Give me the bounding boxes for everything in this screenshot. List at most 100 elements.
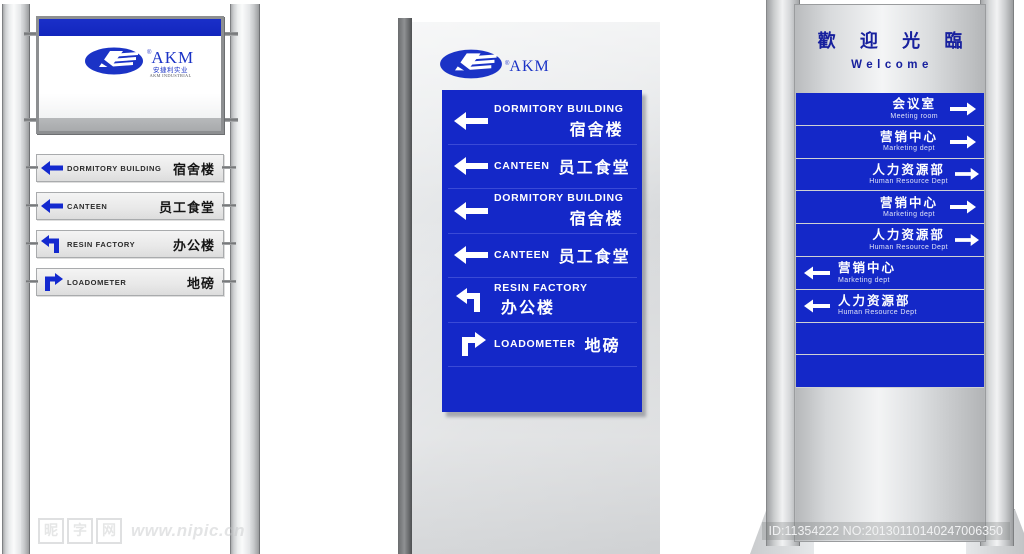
- plate-resin-factory[interactable]: RESIN FACTORY 办公楼: [36, 230, 224, 258]
- arrow-left-icon: [448, 245, 494, 265]
- left-pylon-post-left: [2, 4, 30, 554]
- left-pylon: ® AKM 安捷利实业 AKM INDUSTRIAL DORMITORY BUI…: [0, 0, 272, 554]
- akm-swoosh-icon: [440, 48, 502, 85]
- midrow-resin-factory[interactable]: RESIN FACTORY 办公楼: [448, 277, 637, 322]
- welcome-header: 歡 迎 光 臨 Welcome: [795, 5, 985, 93]
- rrow-marketing-dept-3[interactable]: 营销中心 Marketing dept: [796, 256, 984, 290]
- midrow-label-cn: 员工食堂: [558, 249, 631, 267]
- plate-label-en: CANTEEN: [67, 201, 108, 211]
- plate-label-en: DORMITORY BUILDING: [67, 163, 162, 173]
- image-id-line: ID:11354222 NO:20130110140247006350: [761, 522, 1010, 540]
- midrow-label-cn: 员工食堂: [558, 160, 631, 178]
- billboard-top-band: [39, 19, 221, 36]
- right-pylon-footer-panel: [796, 388, 984, 540]
- rrow-label-cn: 人力资源部: [838, 293, 911, 308]
- header-billboard: ® AKM 安捷利实业 AKM INDUSTRIAL: [36, 16, 224, 134]
- rrow-label-cn: 营销中心: [838, 261, 897, 276]
- plate-label-en: RESIN FACTORY: [67, 239, 136, 249]
- post-highlight: [8, 4, 21, 554]
- midrow-label-cn: 宿舍楼: [569, 211, 624, 229]
- mid-pylon: ® AKM DORMITORY BUILDING 宿舍楼 CANTEEN 员工食…: [398, 0, 678, 554]
- welcome-title-cn: 歡 迎 光 臨: [817, 31, 972, 52]
- akm-swoosh-icon: [85, 46, 143, 81]
- rrow-label-en: Human Resource Dept: [838, 309, 917, 317]
- midrow-label-cn: 办公楼: [501, 299, 556, 317]
- akm-logo: ® AKM: [440, 48, 550, 85]
- midrow-loadometer[interactable]: LOADOMETER 地磅: [448, 321, 637, 366]
- bracket: [222, 204, 236, 207]
- rrow-human-resource-dept-3[interactable]: 人力资源部 Human Resource Dept: [796, 289, 984, 323]
- rrow-blank-2: [796, 355, 984, 389]
- rrow-label-en: Marketing dept: [838, 276, 890, 284]
- bracket: [222, 242, 236, 245]
- midrow-label-cn: 地磅: [584, 338, 621, 356]
- billboard-face: ® AKM 安捷利实业 AKM INDUSTRIAL: [39, 36, 221, 118]
- midrow-label-en: CANTEEN: [494, 160, 550, 173]
- rrow-label-cn: 营销中心: [879, 129, 938, 144]
- arrow-right-icon: [950, 167, 984, 181]
- plate-canteen[interactable]: CANTEEN 员工食堂: [36, 192, 224, 220]
- mid-pylon-sign-board: DORMITORY BUILDING 宿舍楼 CANTEEN 员工食堂 DORM…: [442, 90, 642, 412]
- midrow-dormitory-building-1[interactable]: DORMITORY BUILDING 宿舍楼: [448, 99, 637, 144]
- brand-en-sub: AKM INDUSTRIAL: [149, 73, 192, 79]
- plate-label-cn: 宿舍楼: [172, 161, 215, 177]
- midrow-canteen-2[interactable]: CANTEEN 员工食堂: [448, 232, 637, 277]
- akm-logo: ® AKM 安捷利实业 AKM INDUSTRIAL: [85, 46, 194, 81]
- midrow-label-en: RESIN FACTORY: [494, 281, 588, 294]
- rrow-blank-1: [796, 322, 984, 356]
- plate-label-cn: 员工食堂: [158, 199, 215, 215]
- rrow-marketing-dept-1[interactable]: 营销中心 Marketing dept: [796, 125, 984, 159]
- rrow-label-en: Marketing dept: [883, 211, 935, 219]
- rrow-meeting-room[interactable]: 会议室 Meeting room: [796, 93, 984, 126]
- left-pylon-post-right: [230, 4, 260, 554]
- arrow-right-icon: [942, 135, 984, 149]
- right-pylon-panel: 歡 迎 光 臨 Welcome 会议室 Meeting room 营销中心 Ma…: [794, 4, 986, 542]
- midrow-dormitory-building-2[interactable]: DORMITORY BUILDING 宿舍楼: [448, 188, 637, 233]
- arrow-right-up-icon: [448, 332, 494, 357]
- bracket: [222, 166, 236, 169]
- welcome-title-en: Welcome: [851, 59, 933, 71]
- rrow-label-cn: 人力资源部: [872, 228, 945, 243]
- bracket: [26, 280, 38, 283]
- arrow-left-icon: [448, 111, 494, 131]
- arrow-left-up-icon: [448, 287, 494, 312]
- midrow-label-cn: 宿舍楼: [569, 121, 624, 139]
- mid-pylon-side-edge: [398, 18, 412, 554]
- canvas: ® AKM 安捷利实业 AKM INDUSTRIAL DORMITORY BUI…: [0, 0, 1024, 554]
- arrow-right-icon: [950, 233, 984, 247]
- bracket: [26, 204, 38, 207]
- brand-name: AKM: [509, 57, 550, 75]
- plate-label-cn: 地磅: [186, 275, 215, 291]
- arrow-left-icon: [448, 201, 494, 221]
- midrow-blank: [448, 366, 637, 398]
- rrow-human-resource-dept-1[interactable]: 人力资源部 Human Resource Dept: [796, 158, 984, 192]
- rrow-label-cn: 营销中心: [879, 195, 938, 210]
- arrow-left-icon: [448, 156, 494, 176]
- bracket: [222, 280, 236, 283]
- rrow-label-en: Meeting room: [890, 112, 938, 120]
- rrow-label-cn: 人力资源部: [872, 162, 945, 177]
- plate-label-en: LOADOMETER: [67, 277, 127, 287]
- brand-name: AKM: [151, 47, 195, 67]
- plate-label-cn: 办公楼: [172, 237, 215, 253]
- rrow-label-en: Marketing dept: [883, 145, 935, 153]
- rrow-label-cn: 会议室: [892, 97, 936, 112]
- midrow-label-en: DORMITORY BUILDING: [494, 102, 624, 115]
- post-highlight: [237, 4, 251, 554]
- bracket: [26, 166, 38, 169]
- right-pylon-rows: 会议室 Meeting room 营销中心 Marketing dept 人力资…: [796, 93, 984, 389]
- billboard-bottom-band: [39, 118, 221, 131]
- mid-pylon-rows: DORMITORY BUILDING 宿舍楼 CANTEEN 员工食堂 DORM…: [448, 99, 637, 403]
- plate-loadometer[interactable]: LOADOMETER 地磅: [36, 268, 224, 296]
- arrow-left-icon: [796, 299, 838, 313]
- midrow-canteen-1[interactable]: CANTEEN 员工食堂: [448, 143, 637, 188]
- arrow-right-icon: [942, 102, 984, 116]
- rrow-label-en: Human Resource Dept: [869, 243, 948, 251]
- rrow-marketing-dept-2[interactable]: 营销中心 Marketing dept: [796, 191, 984, 225]
- midrow-label-en: LOADOMETER: [494, 338, 576, 351]
- arrow-right-up-icon: [37, 273, 67, 291]
- plate-dormitory-building[interactable]: DORMITORY BUILDING 宿舍楼: [36, 154, 224, 182]
- rrow-label-en: Human Resource Dept: [869, 178, 948, 186]
- rrow-human-resource-dept-2[interactable]: 人力资源部 Human Resource Dept: [796, 224, 984, 257]
- arrow-left-icon: [37, 160, 67, 176]
